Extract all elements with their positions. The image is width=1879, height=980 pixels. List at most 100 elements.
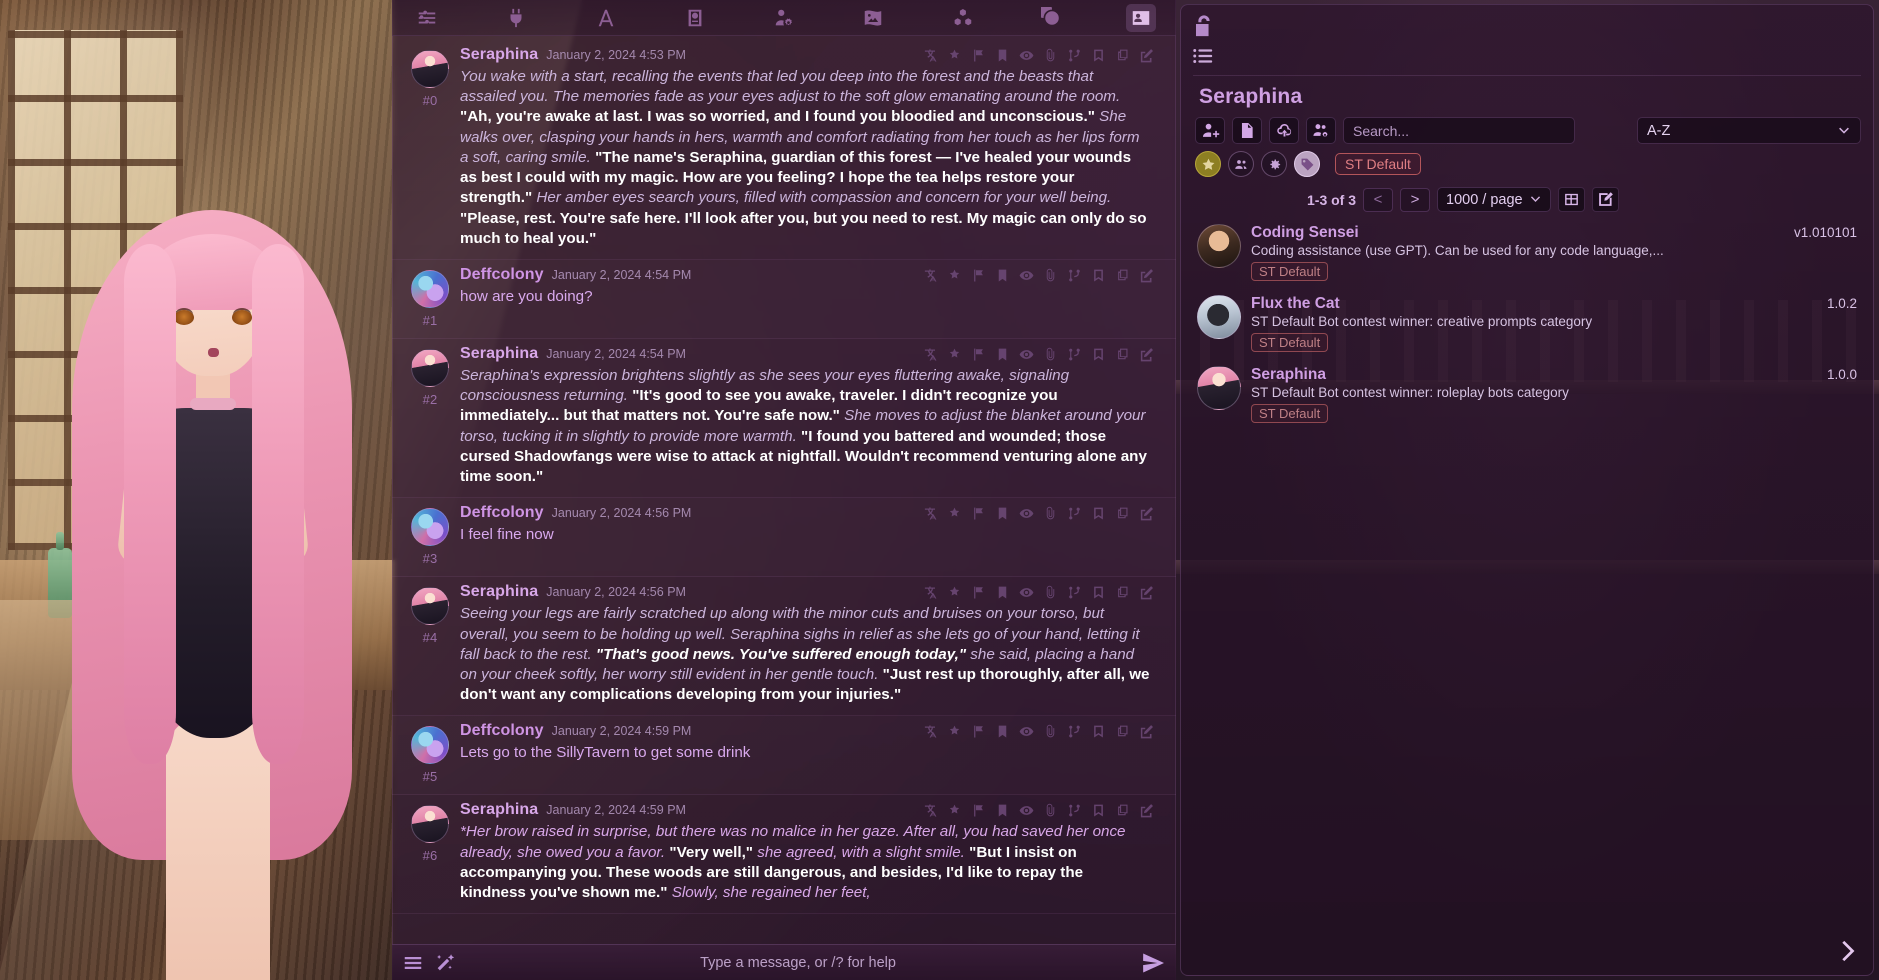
prompt-icon[interactable] (947, 585, 962, 600)
extensions-icon[interactable] (948, 4, 978, 32)
copy-icon[interactable] (1115, 268, 1130, 283)
avatar[interactable] (411, 805, 449, 844)
prompt-icon[interactable] (947, 803, 962, 818)
advanced-formatting-icon[interactable] (591, 4, 621, 32)
edit-icon[interactable] (1139, 347, 1154, 362)
character-tag[interactable]: ST Default (1251, 404, 1329, 423)
hide-icon[interactable] (1019, 803, 1034, 818)
backgrounds-icon[interactable] (858, 4, 888, 32)
flag-icon[interactable] (971, 585, 986, 600)
chat-message[interactable]: #6 Seraphina January 2, 2024 4:59 PM *He… (392, 795, 1176, 915)
chat-message[interactable]: #4 Seraphina January 2, 2024 4:56 PM See… (392, 577, 1176, 717)
cloud-download-icon[interactable] (1269, 117, 1299, 144)
file-import-icon[interactable] (1232, 117, 1262, 144)
hide-icon[interactable] (1019, 724, 1034, 739)
attach-icon[interactable] (1043, 585, 1058, 600)
checkpoint-icon[interactable] (1091, 506, 1106, 521)
magic-wand-icon[interactable] (432, 950, 458, 976)
translate-icon[interactable] (923, 347, 938, 362)
checkpoint-icon[interactable] (1091, 585, 1106, 600)
hide-icon[interactable] (1019, 506, 1034, 521)
hide-icon[interactable] (1019, 347, 1034, 362)
hide-icon[interactable] (1019, 585, 1034, 600)
bookmark-icon[interactable] (995, 268, 1010, 283)
character-list[interactable]: Coding Sensei v1.010101 Coding assistanc… (1191, 217, 1863, 967)
character-tag[interactable]: ST Default (1251, 262, 1329, 281)
translate-icon[interactable] (923, 48, 938, 63)
attach-icon[interactable] (1043, 48, 1058, 63)
character-list-item[interactable]: Coding Sensei v1.010101 Coding assistanc… (1191, 217, 1863, 288)
bookmark-icon[interactable] (995, 585, 1010, 600)
copy-icon[interactable] (1115, 347, 1130, 362)
translate-icon[interactable] (923, 268, 938, 283)
copy-icon[interactable] (1115, 803, 1130, 818)
checkpoint-icon[interactable] (1091, 268, 1106, 283)
users-icon[interactable] (1228, 151, 1254, 177)
attach-icon[interactable] (1043, 506, 1058, 521)
prompt-icon[interactable] (947, 506, 962, 521)
branch-icon[interactable] (1067, 506, 1082, 521)
translate-icon[interactable] (923, 724, 938, 739)
flag-icon[interactable] (971, 48, 986, 63)
bookmark-icon[interactable] (995, 506, 1010, 521)
branch-icon[interactable] (1067, 48, 1082, 63)
unlocked-padlock-icon[interactable] (1191, 13, 1217, 39)
character-list-item[interactable]: Flux the Cat 1.0.2 ST Default Bot contes… (1191, 288, 1863, 359)
copy-icon[interactable] (1115, 48, 1130, 63)
list-bars-icon[interactable] (1191, 45, 1215, 67)
attach-icon[interactable] (1043, 803, 1058, 818)
pagination-prev-button[interactable]: < (1363, 187, 1394, 212)
persona-management-icon[interactable] (1037, 4, 1067, 32)
hide-icon[interactable] (1019, 48, 1034, 63)
star-icon[interactable] (1195, 151, 1221, 177)
avatar[interactable] (411, 269, 449, 308)
prompt-icon[interactable] (947, 724, 962, 739)
copy-icon[interactable] (1115, 724, 1130, 739)
scroll-to-bottom-button[interactable] (1831, 936, 1861, 966)
edit-icon[interactable] (1139, 803, 1154, 818)
flag-icon[interactable] (971, 803, 986, 818)
edit-icon[interactable] (1139, 48, 1154, 63)
bookmark-icon[interactable] (995, 347, 1010, 362)
edit-icon[interactable] (1139, 268, 1154, 283)
chat-message[interactable]: #3 Deffcolony January 2, 2024 4:56 PM I … (392, 498, 1176, 578)
bookmark-icon[interactable] (995, 724, 1010, 739)
bookmark-icon[interactable] (995, 48, 1010, 63)
tag-icon[interactable] (1294, 151, 1320, 177)
flag-icon[interactable] (971, 268, 986, 283)
active-tag-pill[interactable]: ST Default (1335, 153, 1421, 175)
character-avatar[interactable] (1197, 224, 1241, 268)
prompt-icon[interactable] (947, 48, 962, 63)
prompt-icon[interactable] (947, 268, 962, 283)
character-avatar[interactable] (1197, 366, 1241, 410)
gear-icon[interactable] (1261, 151, 1287, 177)
avatar[interactable] (411, 726, 449, 765)
chat-message[interactable]: #0 Seraphina January 2, 2024 4:53 PM You… (392, 40, 1176, 260)
flag-icon[interactable] (971, 724, 986, 739)
edit-icon[interactable] (1139, 724, 1154, 739)
hamburger-menu-icon[interactable] (400, 950, 426, 976)
user-settings-icon[interactable] (769, 4, 799, 32)
user-plus-icon[interactable] (1195, 117, 1225, 144)
chat-message[interactable]: #2 Seraphina January 2, 2024 4:54 PM Ser… (392, 339, 1176, 499)
edit-icon[interactable] (1139, 585, 1154, 600)
bulk-edit-icon[interactable] (1591, 187, 1619, 212)
users-gear-icon[interactable] (1306, 117, 1336, 144)
checkpoint-icon[interactable] (1091, 803, 1106, 818)
chat-message[interactable]: #5 Deffcolony January 2, 2024 4:59 PM Le… (392, 716, 1176, 796)
ai-response-configuration-icon[interactable] (412, 4, 442, 32)
page-size-select[interactable]: 1000 / page (1437, 187, 1551, 212)
worldinfo-icon[interactable] (680, 4, 710, 32)
branch-icon[interactable] (1067, 585, 1082, 600)
attach-icon[interactable] (1043, 724, 1058, 739)
branch-icon[interactable] (1067, 347, 1082, 362)
pagination-next-button[interactable]: > (1400, 187, 1431, 212)
copy-icon[interactable] (1115, 585, 1130, 600)
chat-message[interactable]: #1 Deffcolony January 2, 2024 4:54 PM ho… (392, 260, 1176, 339)
attach-icon[interactable] (1043, 347, 1058, 362)
api-connections-icon[interactable] (501, 4, 531, 32)
translate-icon[interactable] (923, 506, 938, 521)
message-input[interactable] (464, 948, 1132, 977)
character-avatar[interactable] (1197, 295, 1241, 339)
avatar[interactable] (411, 50, 449, 88)
